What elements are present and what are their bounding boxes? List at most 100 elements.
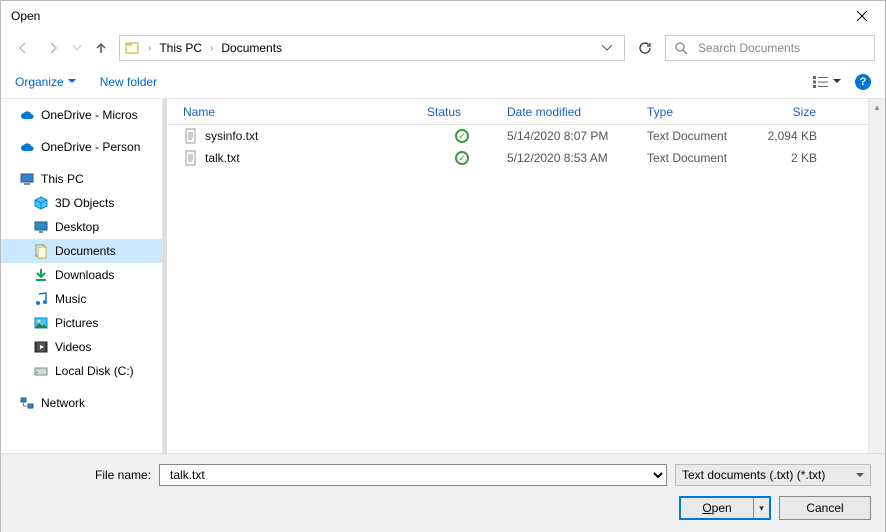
arrow-up-icon — [94, 41, 108, 55]
cancel-button[interactable]: Cancel — [779, 496, 871, 520]
footer-area: File name: talk.txt Text documents (.txt… — [1, 453, 885, 532]
nav-row: › This PC › Documents — [1, 31, 885, 65]
up-button[interactable] — [89, 36, 113, 60]
search-box[interactable] — [665, 35, 875, 61]
column-headers: Name Status Date modified Type Size — [167, 99, 885, 125]
sidebar-item[interactable]: Desktop — [1, 215, 162, 239]
scroll-up-icon[interactable]: ▴ — [869, 99, 885, 116]
arrow-right-icon — [46, 41, 60, 55]
sidebar-item-label: Network — [41, 396, 85, 410]
sidebar-item-label: OneDrive - Person — [41, 140, 140, 154]
sidebar-item[interactable]: Local Disk (C:) — [1, 359, 162, 383]
open-button[interactable]: Open ▾ — [679, 496, 771, 520]
body-area: OneDrive - Micros OneDrive - Person This P… — [1, 99, 885, 453]
sidebar-item-label: Downloads — [55, 268, 114, 282]
file-size: 2,094 KB — [757, 129, 837, 143]
column-date[interactable]: Date modified — [497, 105, 637, 119]
sidebar-item-label: Desktop — [55, 220, 99, 234]
search-icon — [674, 41, 688, 55]
file-type: Text Document — [637, 129, 757, 143]
file-name: talk.txt — [205, 151, 240, 165]
arrow-left-icon — [16, 41, 30, 55]
sidebar-item[interactable]: Videos — [1, 335, 162, 359]
forward-button[interactable] — [41, 36, 65, 60]
sidebar-item[interactable]: This PC — [1, 167, 162, 191]
window-title: Open — [11, 9, 839, 23]
file-row[interactable]: sysinfo.txt ✓ 5/14/2020 8:07 PMText Docume… — [167, 125, 885, 147]
breadcrumb-documents[interactable]: Documents — [217, 37, 286, 59]
address-bar[interactable]: › This PC › Documents — [119, 35, 625, 61]
pictures-icon — [33, 315, 49, 331]
chevron-down-icon — [73, 45, 81, 51]
column-type[interactable]: Type — [637, 105, 757, 119]
navigation-pane[interactable]: OneDrive - Micros OneDrive - Person This P… — [1, 99, 163, 453]
search-input[interactable] — [696, 40, 866, 56]
sidebar-item[interactable]: Music — [1, 287, 162, 311]
sidebar-item[interactable]: Documents — [1, 239, 162, 263]
column-status[interactable]: Status — [417, 105, 497, 119]
sidebar-item-label: Music — [55, 292, 86, 306]
sidebar-item[interactable]: Network — [1, 391, 162, 415]
back-button[interactable] — [11, 36, 35, 60]
filter-label: Text documents (.txt) (*.txt) — [682, 468, 825, 482]
sidebar-item-label: Pictures — [55, 316, 98, 330]
text-file-icon — [183, 128, 199, 144]
documents-icon — [33, 243, 49, 259]
filename-input[interactable]: talk.txt — [159, 464, 667, 486]
breadcrumb-this-pc[interactable]: This PC — [155, 37, 206, 59]
open-dropdown[interactable]: ▾ — [753, 498, 769, 518]
column-size[interactable]: Size — [757, 105, 837, 119]
filename-label: File name: — [95, 468, 151, 482]
sidebar-item-label: Documents — [55, 244, 116, 258]
file-date: 5/12/2020 8:53 AM — [497, 151, 637, 165]
disk-icon — [33, 363, 49, 379]
sidebar-item[interactable]: Downloads — [1, 263, 162, 287]
sidebar-item[interactable]: OneDrive - Micros — [1, 103, 162, 127]
desktop-icon — [33, 219, 49, 235]
refresh-button[interactable] — [631, 35, 659, 61]
close-icon — [857, 11, 867, 21]
history-dropdown[interactable] — [71, 36, 83, 60]
view-list-icon — [813, 76, 829, 88]
sidebar-item-label: This PC — [41, 172, 84, 186]
column-name[interactable]: Name — [167, 105, 417, 119]
text-file-icon — [183, 150, 199, 166]
vertical-scrollbar[interactable]: ▴ — [868, 99, 885, 453]
breadcrumb-root-chevron-icon[interactable]: › — [146, 43, 153, 54]
file-pane: Name Status Date modified Type Size sysi… — [167, 99, 885, 453]
folder-location-icon — [124, 40, 140, 56]
file-row[interactable]: talk.txt✓5/12/2020 8:53 AMText Document2… — [167, 147, 885, 169]
file-type-filter[interactable]: Text documents (.txt) (*.txt) — [675, 464, 871, 486]
file-list[interactable]: sysinfo.txt ✓ 5/14/2020 8:07 PMText Docume… — [167, 125, 885, 453]
file-date: 5/14/2020 8:07 PM — [497, 129, 637, 143]
cloud-blue-icon — [19, 139, 35, 155]
downloads-icon — [33, 267, 49, 283]
chevron-down-icon — [602, 45, 612, 51]
3d-icon — [33, 195, 49, 211]
file-type: Text Document — [637, 151, 757, 165]
organize-label: Organize — [15, 75, 64, 89]
close-button[interactable] — [839, 1, 885, 31]
file-name: sysinfo.txt — [205, 129, 258, 143]
view-options-button[interactable] — [813, 74, 841, 90]
new-folder-button[interactable]: New folder — [100, 75, 157, 89]
sidebar-item[interactable]: Pictures — [1, 311, 162, 335]
file-size: 2 KB — [757, 151, 837, 165]
help-button[interactable]: ? — [855, 74, 871, 90]
chevron-down-icon — [68, 79, 76, 84]
status-ok-icon: ✓ — [455, 129, 469, 143]
sidebar-item-label: Local Disk (C:) — [55, 364, 134, 378]
sidebar-item-label: 3D Objects — [55, 196, 114, 210]
breadcrumb-dropdown[interactable] — [594, 45, 620, 51]
videos-icon — [33, 339, 49, 355]
organize-menu[interactable]: Organize — [15, 75, 76, 89]
titlebar: Open — [1, 1, 885, 31]
network-icon — [19, 395, 35, 411]
sidebar-item-label: OneDrive - Micros — [41, 108, 138, 122]
breadcrumb-chevron-icon[interactable]: › — [208, 43, 215, 54]
cloud-blue-icon — [19, 107, 35, 123]
refresh-icon — [638, 41, 652, 55]
sidebar-item[interactable]: 3D Objects — [1, 191, 162, 215]
music-icon — [33, 291, 49, 307]
sidebar-item[interactable]: OneDrive - Person — [1, 135, 162, 159]
